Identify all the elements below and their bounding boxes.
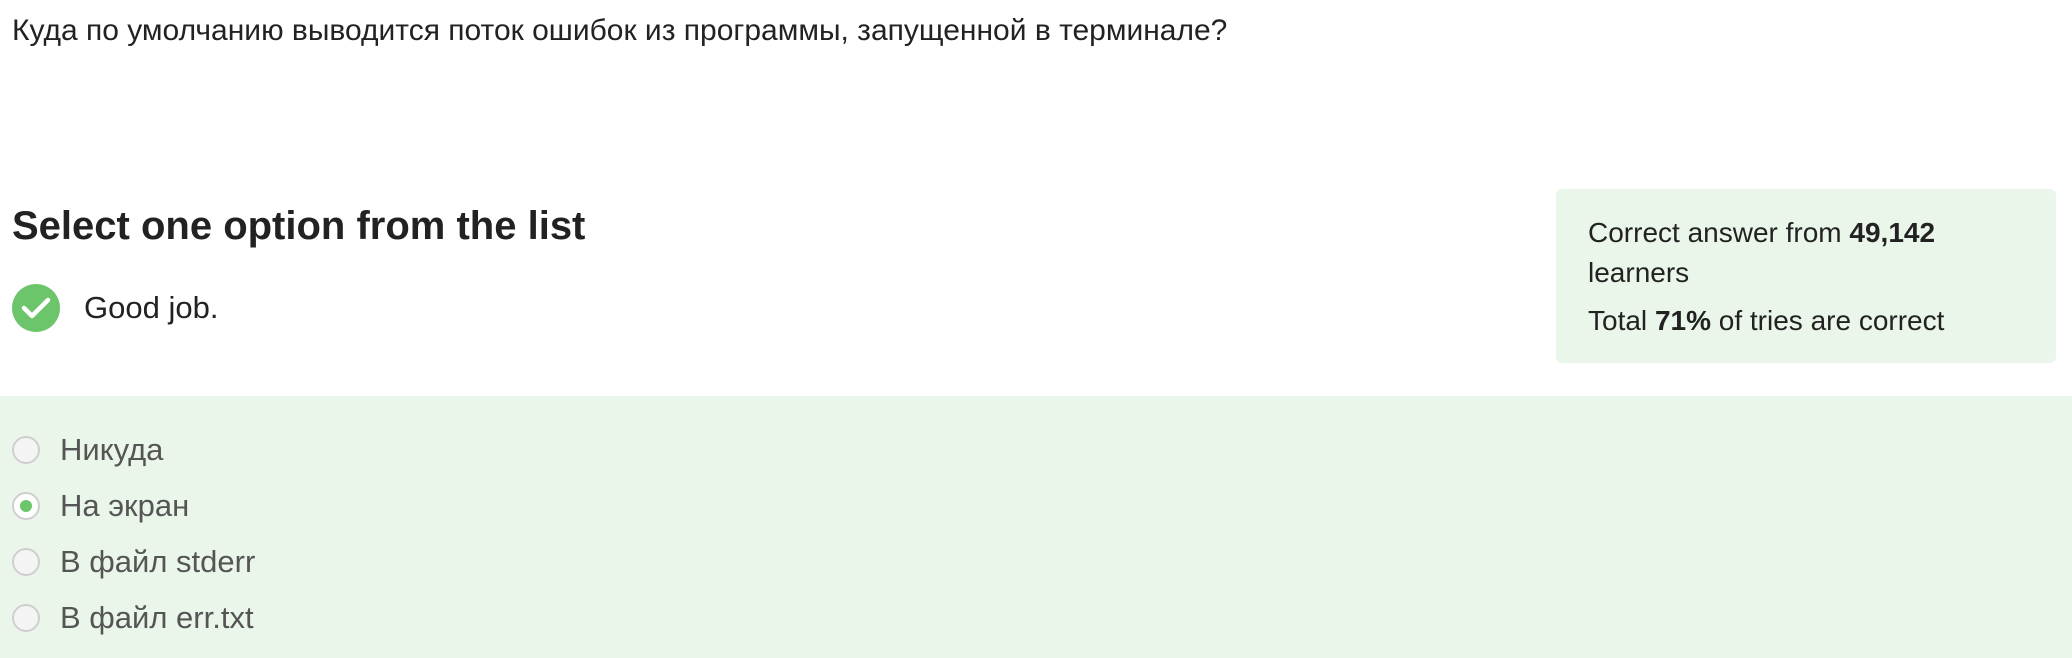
radio-button-selected[interactable] bbox=[12, 492, 40, 520]
option-label: На экран bbox=[60, 488, 190, 523]
options-panel: Никуда На экран В файл stderr В файл err… bbox=[0, 396, 2072, 658]
stats-percent-line: Total 71% of tries are correct bbox=[1588, 301, 2024, 341]
stats-total-suffix: of tries are correct bbox=[1710, 305, 1945, 336]
radio-button[interactable] bbox=[12, 604, 40, 632]
stats-learners-suffix: learners bbox=[1588, 257, 1690, 288]
option-item[interactable]: В файл stderr bbox=[12, 538, 255, 586]
stats-learners-count: 49,142 bbox=[1849, 217, 1936, 248]
feedback-text: Good job. bbox=[84, 290, 219, 325]
option-label: В файл err.txt bbox=[60, 600, 254, 635]
option-item[interactable]: Никуда bbox=[12, 426, 163, 474]
stats-correct-prefix: Correct answer from bbox=[1588, 217, 1850, 248]
stats-percent: 71% bbox=[1654, 305, 1711, 336]
radio-button[interactable] bbox=[12, 436, 40, 464]
question-text: Куда по умолчанию выводится поток ошибок… bbox=[12, 14, 1228, 47]
option-item[interactable]: На экран bbox=[12, 482, 189, 530]
feedback-message: Good job. bbox=[12, 284, 218, 332]
option-label: Никуда bbox=[60, 432, 164, 467]
instruction-heading: Select one option from the list bbox=[12, 204, 586, 248]
check-icon bbox=[12, 284, 60, 332]
stats-learners: Correct answer from 49,142 learners bbox=[1588, 213, 2024, 293]
radio-button[interactable] bbox=[12, 548, 40, 576]
option-item[interactable]: В файл err.txt bbox=[12, 594, 254, 642]
option-label: В файл stderr bbox=[60, 544, 256, 579]
radio-dot bbox=[20, 500, 32, 512]
stats-box: Correct answer from 49,142 learners Total… bbox=[1556, 189, 2056, 363]
stats-total-prefix: Total bbox=[1588, 305, 1655, 336]
